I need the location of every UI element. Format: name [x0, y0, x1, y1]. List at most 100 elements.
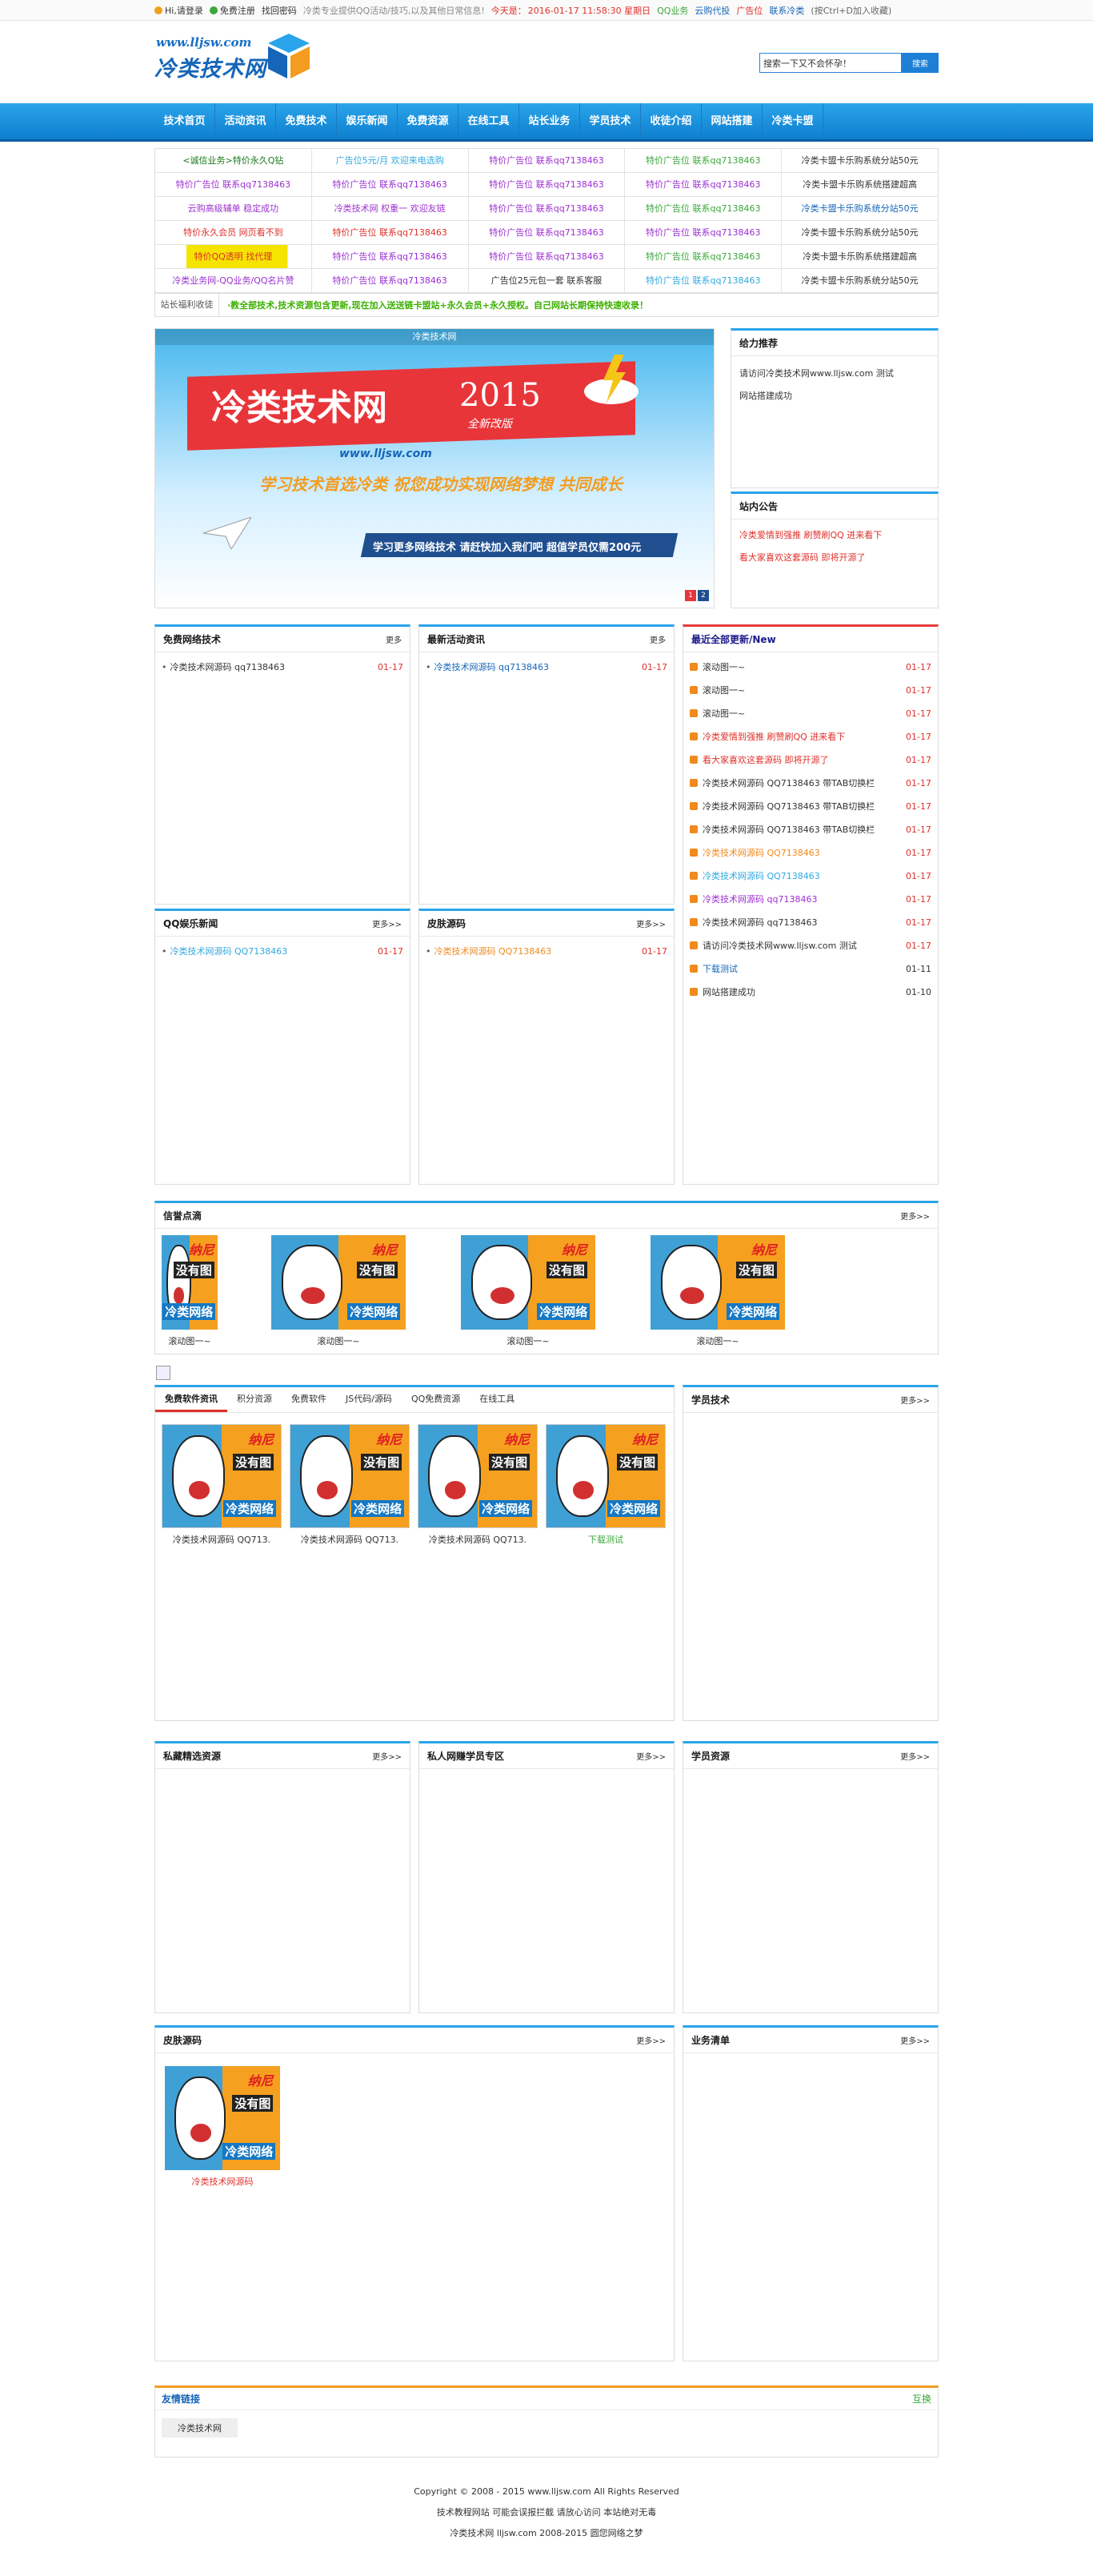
recommend-item[interactable]: 网站搭建成功 [731, 385, 938, 407]
recommend-item[interactable]: 请访问冷类技术网www.lljsw.com 测试 [731, 363, 938, 385]
ad-cell[interactable]: 特价广告位 联系qq7138463 [625, 149, 783, 172]
ad-cell[interactable]: 特价广告位 联系qq7138463 [312, 173, 469, 196]
list-item[interactable]: 冷类技术网源码 QQ7138463 带TAB切换栏 01-17 [690, 795, 931, 818]
nav-item-9[interactable]: 网站搭建 [702, 103, 763, 139]
list-item[interactable]: 网站搭建成功 01-10 [690, 981, 931, 1004]
skin2-more[interactable]: 更多>> [636, 2034, 666, 2046]
ad-cell[interactable]: 特价广告位 联系qq7138463 [312, 221, 469, 244]
ad-link[interactable]: 广告位 [736, 4, 763, 17]
ad-cell[interactable]: 冷类卡盟卡乐购系统分站50元 [782, 149, 938, 172]
announcement-item[interactable]: 看大家喜欢这套源码 即将开源了 [731, 547, 938, 569]
ad-cell[interactable]: 广告位25元包一套 联系客服 [469, 269, 626, 292]
list-item[interactable]: 冷类技术网源码 qq7138463 01-17 [426, 656, 668, 679]
list-item[interactable]: 滚动图一~ 01-17 [690, 702, 931, 725]
qq-news-more[interactable]: 更多>> [372, 917, 402, 929]
tab-0[interactable]: 免费软件资讯 [155, 1387, 227, 1412]
tab-thumb[interactable]: 纳尼 没有图 冷类网络 冷类技术网源码 QQ713. [290, 1424, 410, 1560]
private-more[interactable]: 更多>> [372, 1750, 402, 1762]
list-item[interactable]: 冷类技术网源码 QQ7138463 带TAB切换栏 01-17 [690, 772, 931, 795]
ad-cell[interactable]: 冷类卡盟卡乐购系统搭建超高 [782, 245, 938, 268]
ad-cell[interactable]: 特价广告位 联系qq7138463 [469, 245, 626, 268]
ad-cell[interactable]: 特价广告位 联系qq7138463 [625, 197, 783, 220]
ad-cell[interactable]: 特价广告位 联系qq7138463 [155, 173, 312, 196]
student-tech-more[interactable]: 更多>> [900, 1394, 930, 1406]
ad-cell[interactable]: 特价广告位 联系qq7138463 [469, 149, 626, 172]
ad-cell[interactable]: 特价广告位 联系qq7138463 [312, 269, 469, 292]
ad-cell[interactable]: 云购高级辅单 稳定成功 [155, 197, 312, 220]
ad-cell[interactable]: 冷类技术网 权重一 欢迎友链 [312, 197, 469, 220]
nav-item-10[interactable]: 冷类卡盟 [763, 103, 823, 139]
ad-cell[interactable]: 特价QQ透明 找代理 [155, 245, 312, 268]
list-item[interactable]: 下载测试 01-11 [690, 957, 931, 981]
activity-more[interactable]: 更多 [650, 633, 666, 645]
nav-item-0[interactable]: 技术首页 [154, 103, 215, 139]
notice-text[interactable]: ·教全部技术,技术资源包含更新,现在加入送送链卡盟站+永久会员+永久授权。自己网… [219, 299, 648, 311]
nav-item-4[interactable]: 免费资源 [398, 103, 458, 139]
tab-3[interactable]: JS代码/源码 [336, 1387, 402, 1412]
nav-item-8[interactable]: 收徒介绍 [641, 103, 702, 139]
nav-item-5[interactable]: 在线工具 [458, 103, 519, 139]
list-item[interactable]: 看大家喜欢这套源码 即将开源了 01-17 [690, 748, 931, 772]
credit-thumb[interactable]: 纳尼 没有图 冷类网络 滚动图一~ [162, 1235, 218, 1347]
personal-more[interactable]: 更多>> [636, 1750, 666, 1762]
login-link[interactable]: Hi,请登录 [154, 4, 203, 17]
credit-thumb[interactable]: 纳尼 没有图 冷类网络 滚动图一~ [271, 1235, 406, 1347]
list-item[interactable]: 冷类技术网源码 qq7138463 01-17 [690, 888, 931, 911]
cloud-buy-link[interactable]: 云购代投 [695, 4, 730, 17]
ad-cell[interactable]: 特价广告位 联系qq7138463 [469, 197, 626, 220]
nav-item-3[interactable]: 娱乐新闻 [337, 103, 398, 139]
business-more[interactable]: 更多>> [900, 2034, 930, 2046]
banner-page-2[interactable]: 2 [698, 590, 709, 601]
student-res-more[interactable]: 更多>> [900, 1750, 930, 1762]
banner-page-1[interactable]: 1 [685, 590, 696, 601]
tab-2[interactable]: 免费软件 [282, 1387, 336, 1412]
site-logo[interactable]: www.lljsw.com 冷类技术网 [154, 32, 314, 82]
list-item[interactable]: 冷类爱情到强推 刷赞刷QQ 进来看下 01-17 [690, 725, 931, 748]
ad-cell[interactable]: <诚信业务>特价永久Q钻 [155, 149, 312, 172]
ad-cell[interactable]: 特价广告位 联系qq7138463 [625, 221, 783, 244]
ad-cell[interactable]: 冷类卡盟卡乐购系统分站50元 [782, 197, 938, 220]
tab-thumb[interactable]: 纳尼 没有图 冷类网络 冷类技术网源码 QQ713. [162, 1424, 282, 1560]
ad-cell[interactable]: 冷类卡盟卡乐购系统分站50元 [782, 221, 938, 244]
ad-cell[interactable]: 广告位5元/月 欢迎来电选购 [312, 149, 469, 172]
search-input[interactable] [759, 53, 902, 73]
list-item[interactable]: 滚动图一~ 01-17 [690, 679, 931, 702]
skin2-thumb[interactable]: 纳尼 没有图 冷类网络 冷类技术网源码 [165, 2066, 280, 2190]
ad-cell[interactable]: 特价广告位 联系qq7138463 [625, 269, 783, 292]
banner-slider[interactable]: 冷类技术网 冷类技术网 2015 全新改版 www.lljsw.com 学习技术… [154, 328, 715, 608]
friend-links-apply[interactable]: 互换 [912, 2392, 931, 2405]
ad-cell[interactable]: 冷类卡盟卡乐购系统分站50元 [782, 269, 938, 292]
friend-link-item[interactable]: 冷类技术网 [162, 2418, 238, 2438]
list-item[interactable]: 冷类技术网源码 QQ7138463 01-17 [426, 940, 668, 963]
free-tech-more[interactable]: 更多 [386, 633, 402, 645]
recover-password-link[interactable]: 找回密码 [262, 4, 297, 17]
contact-link[interactable]: 联系冷类 [769, 4, 804, 17]
announcement-item[interactable]: 冷类爱情到强推 刷赞刷QQ 进来看下 [731, 524, 938, 547]
skin-more[interactable]: 更多>> [636, 917, 666, 929]
nav-item-6[interactable]: 站长业务 [519, 103, 580, 139]
ad-cell[interactable]: 冷类卡盟卡乐购系统搭建超高 [782, 173, 938, 196]
ad-cell[interactable]: 特价广告位 联系qq7138463 [469, 221, 626, 244]
list-item[interactable]: 冷类技术网源码 QQ7138463 01-17 [162, 940, 404, 963]
ad-cell[interactable]: 特价广告位 联系qq7138463 [625, 245, 783, 268]
nav-item-2[interactable]: 免费技术 [276, 103, 337, 139]
list-item[interactable]: 冷类技术网源码 qq7138463 01-17 [162, 656, 404, 679]
tab-5[interactable]: 在线工具 [470, 1387, 524, 1412]
list-item[interactable]: 冷类技术网源码 qq7138463 01-17 [690, 911, 931, 934]
nav-item-1[interactable]: 活动资讯 [215, 103, 276, 139]
nav-item-7[interactable]: 学员技术 [580, 103, 641, 139]
ad-cell[interactable]: 特价广告位 联系qq7138463 [625, 173, 783, 196]
ad-cell[interactable]: 特价永久会员 网页看不到 [155, 221, 312, 244]
tab-thumb[interactable]: 纳尼 没有图 冷类网络 下载测试 [546, 1424, 666, 1560]
tab-4[interactable]: QQ免费资源 [402, 1387, 470, 1412]
qq-business-link[interactable]: QQ业务 [657, 4, 688, 17]
list-item[interactable]: 冷类技术网源码 QQ7138463 01-17 [690, 865, 931, 888]
tab-thumb[interactable]: 纳尼 没有图 冷类网络 冷类技术网源码 QQ713. [418, 1424, 538, 1560]
list-item[interactable]: 冷类技术网源码 QQ7138463 01-17 [690, 841, 931, 865]
ad-cell[interactable]: 特价广告位 联系qq7138463 [469, 173, 626, 196]
credit-thumb[interactable]: 纳尼 没有图 冷类网络 滚动图一~ [461, 1235, 595, 1347]
tab-1[interactable]: 积分资源 [227, 1387, 282, 1412]
ad-cell[interactable]: 特价广告位 联系qq7138463 [312, 245, 469, 268]
credit-more[interactable]: 更多>> [900, 1210, 930, 1222]
list-item[interactable]: 滚动图一~ 01-17 [690, 656, 931, 679]
